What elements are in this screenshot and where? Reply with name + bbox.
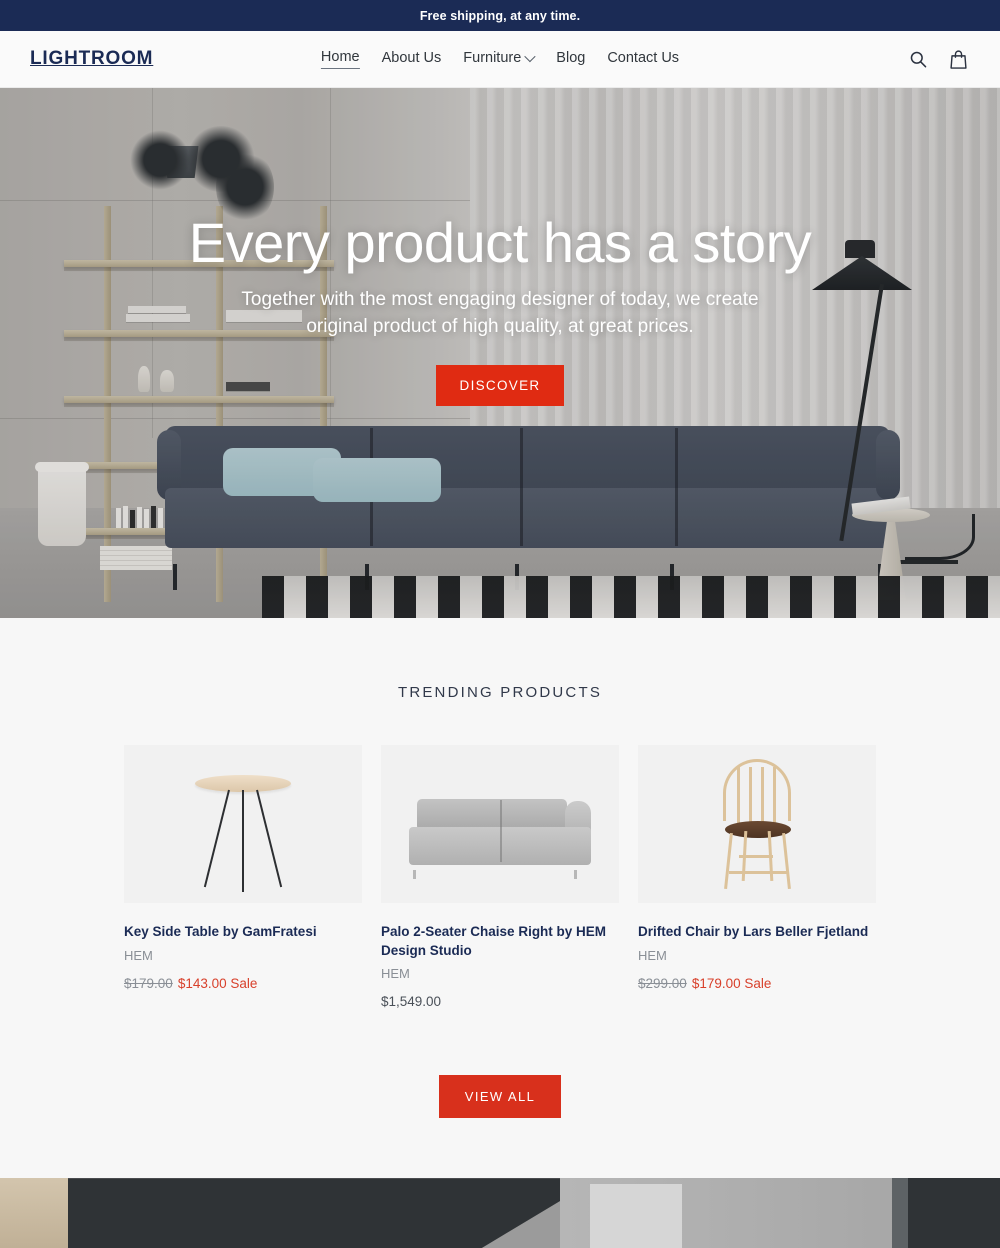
chevron-down-icon — [524, 50, 536, 62]
spindle-chair-shape — [709, 759, 805, 891]
main-navigation: Home About Us Furniture Blog Contact Us — [320, 49, 679, 69]
product-price-current: $179.00 — [691, 975, 741, 991]
hero-content: Every product has a story Together with … — [0, 88, 1000, 618]
view-all-container: VIEW ALL — [0, 1075, 1000, 1119]
strip-dark-shape — [68, 1178, 598, 1248]
product-card: Palo 2-Seater Chaise Right by HEM Design… — [381, 745, 619, 1009]
product-sale-label: Sale — [744, 975, 772, 991]
chaise-sofa-shape — [409, 799, 591, 879]
product-card: Key Side Table by GamFratesi HEM $179.00… — [124, 745, 362, 991]
product-price-current: $143.00 — [177, 975, 227, 991]
nav-item-contact-us[interactable]: Contact Us — [607, 50, 679, 69]
strip-white-panel — [590, 1184, 682, 1248]
hero-banner: Every product has a story Together with … — [0, 88, 1000, 618]
product-title[interactable]: Key Side Table by GamFratesi — [124, 923, 362, 942]
search-icon[interactable] — [906, 47, 930, 71]
nav-item-about-us[interactable]: About Us — [382, 50, 442, 69]
strip-right-dark — [908, 1178, 1000, 1248]
shopping-bag-icon[interactable] — [946, 47, 970, 71]
site-logo[interactable]: LIGHTROOM — [30, 48, 153, 70]
product-title[interactable]: Drifted Chair by Lars Beller Fjetland — [638, 923, 876, 942]
discover-button[interactable]: DISCOVER — [435, 365, 565, 407]
nav-item-home-label: Home — [320, 49, 360, 65]
nav-item-about-us-label: About Us — [381, 49, 442, 66]
nav-item-contact-us-label: Contact Us — [607, 49, 680, 66]
announcement-bar: Free shipping, at any time. — [0, 0, 1000, 31]
nav-item-blog[interactable]: Blog — [556, 50, 585, 69]
product-vendor: HEM — [638, 947, 667, 963]
product-card: Drifted Chair by Lars Beller Fjetland HE… — [638, 745, 876, 991]
site-header: LIGHTROOM Home About Us Furniture Blog C… — [0, 31, 1000, 88]
product-price-current: $1,549.00 — [381, 994, 442, 1010]
hero-subtitle: Together with the most engaging designer… — [241, 289, 759, 338]
product-price: $1,549.00 — [381, 994, 619, 1009]
product-image-drifted-chair[interactable] — [638, 745, 876, 903]
product-vendor: HEM — [381, 966, 410, 982]
product-grid: Key Side Table by GamFratesi HEM $179.00… — [0, 745, 1000, 1009]
nav-item-blog-label: Blog — [556, 49, 586, 66]
nav-item-home[interactable]: Home — [320, 49, 360, 69]
product-image-key-side-table[interactable] — [124, 745, 362, 903]
view-all-button[interactable]: VIEW ALL — [438, 1075, 562, 1119]
bottom-image-strip — [0, 1178, 1000, 1248]
hero-title: Every product has a story — [188, 210, 812, 274]
product-title[interactable]: Palo 2-Seater Chaise Right by HEM Design… — [381, 923, 619, 960]
product-vendor: HEM — [124, 947, 153, 963]
product-price-original: $179.00 — [124, 975, 173, 991]
product-image-palo-chaise[interactable] — [381, 745, 619, 903]
nav-item-furniture-label: Furniture — [463, 49, 522, 66]
product-price: $299.00 $179.00 Sale — [638, 976, 876, 991]
section-title-trending: TRENDING PRODUCTS — [397, 684, 603, 701]
product-sale-label: Sale — [230, 975, 258, 991]
product-price: $179.00 $143.00 Sale — [124, 976, 362, 991]
trending-products-section: TRENDING PRODUCTS Key Side Table by GamF… — [0, 618, 1000, 1179]
strip-wood-panel — [0, 1178, 68, 1248]
header-icon-group — [906, 47, 970, 71]
nav-item-furniture[interactable]: Furniture — [463, 49, 536, 69]
product-price-original: $299.00 — [638, 975, 687, 991]
announcement-text: Free shipping, at any time. — [419, 8, 581, 23]
strip-edge — [892, 1178, 908, 1248]
